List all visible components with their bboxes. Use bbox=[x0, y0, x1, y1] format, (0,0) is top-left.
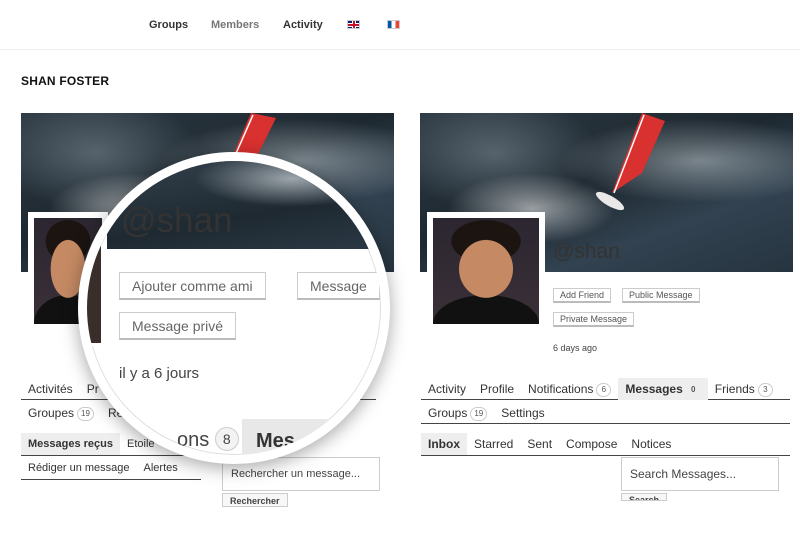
add-friend-button[interactable]: Add Friend bbox=[553, 288, 612, 303]
top-navigation: Groups Members Activity bbox=[0, 0, 800, 50]
tab-activites[interactable]: Activités bbox=[21, 378, 80, 400]
search-input-right[interactable]: Search Messages... bbox=[621, 457, 779, 491]
subtab-alertes[interactable]: Alertes bbox=[137, 457, 185, 479]
tab-messages-label: Messages bbox=[625, 381, 683, 396]
messages-subnav-left-row2: Rédiger un message Alertes bbox=[21, 457, 201, 480]
magnifier-lens: @shan Ajouter comme ami Message Message … bbox=[78, 152, 390, 464]
subtab-notices[interactable]: Notices bbox=[624, 433, 678, 455]
search-button-left[interactable]: Rechercher bbox=[222, 493, 288, 507]
tab-activity[interactable]: Activity bbox=[421, 378, 473, 400]
tab-friends-label: Friends bbox=[714, 381, 755, 396]
fr-flag-icon[interactable] bbox=[387, 20, 400, 29]
avatar-right bbox=[427, 212, 545, 330]
private-message-button[interactable]: Private Message bbox=[553, 312, 635, 327]
tab-settings[interactable]: Settings bbox=[494, 402, 551, 424]
tab-messages[interactable]: Messages 0 bbox=[618, 377, 708, 400]
last-active-text: 6 days ago bbox=[553, 343, 598, 353]
tab-groups[interactable]: Groups 19 bbox=[421, 402, 494, 424]
uk-flag-icon[interactable] bbox=[347, 20, 360, 29]
magnified-private-message-button[interactable]: Message privé bbox=[119, 312, 237, 340]
nav-groups-link[interactable]: Groups bbox=[149, 19, 188, 31]
tab-notifications[interactable]: Notifications 6 bbox=[521, 378, 618, 400]
notifications-count-badge: 6 bbox=[596, 382, 612, 397]
user-handle: @shan bbox=[553, 240, 620, 263]
nav-activity-link[interactable]: Activity bbox=[283, 19, 323, 31]
tab-notifications-label: Notifications bbox=[528, 381, 594, 396]
subtab-sent[interactable]: Sent bbox=[520, 433, 559, 455]
magnified-user-handle: @shan bbox=[121, 201, 233, 240]
subtab-inbox[interactable]: Inbox bbox=[421, 433, 467, 455]
subtab-starred[interactable]: Starred bbox=[467, 433, 520, 455]
tab-profile[interactable]: Profile bbox=[473, 378, 521, 400]
magnified-message-button[interactable]: Message bbox=[297, 272, 380, 300]
profile-photo bbox=[433, 218, 539, 324]
magnified-tab-label: ons bbox=[177, 429, 210, 451]
friends-count-badge: 3 bbox=[757, 382, 773, 397]
subtab-compose[interactable]: Compose bbox=[559, 433, 624, 455]
magnified-tab-partial: ons 8 bbox=[177, 427, 239, 452]
page-title: SHAN FOSTER bbox=[21, 74, 110, 88]
public-message-button[interactable]: Public Message bbox=[622, 288, 700, 303]
tab-friends[interactable]: Friends 3 bbox=[708, 378, 780, 400]
search-button-right[interactable]: Search bbox=[621, 493, 668, 501]
profile-tabs-right-row2: Groups 19 Settings bbox=[421, 402, 790, 424]
groups-count-badge: 19 bbox=[470, 406, 488, 421]
magnified-add-friend-button[interactable]: Ajouter comme ami bbox=[119, 272, 266, 300]
tab-groupes-label: Groupes bbox=[28, 406, 75, 420]
messages-subnav-right: Inbox Starred Sent Compose Notices bbox=[421, 433, 790, 456]
magnified-count-badge: 8 bbox=[214, 427, 239, 451]
messages-count-badge: 0 bbox=[691, 384, 696, 394]
tab-groups-label: Groups bbox=[428, 405, 468, 420]
profile-tabs-right: Activity Profile Notifications 6 Messages… bbox=[421, 377, 790, 400]
windsurfer-icon bbox=[595, 113, 665, 211]
nav-members-link[interactable]: Members bbox=[211, 19, 259, 31]
subtab-rediger[interactable]: Rédiger un message bbox=[21, 457, 137, 479]
magnifier-content: @shan Ajouter comme ami Message Message … bbox=[87, 161, 381, 455]
magnified-last-active: il y a 6 jours bbox=[119, 365, 200, 382]
